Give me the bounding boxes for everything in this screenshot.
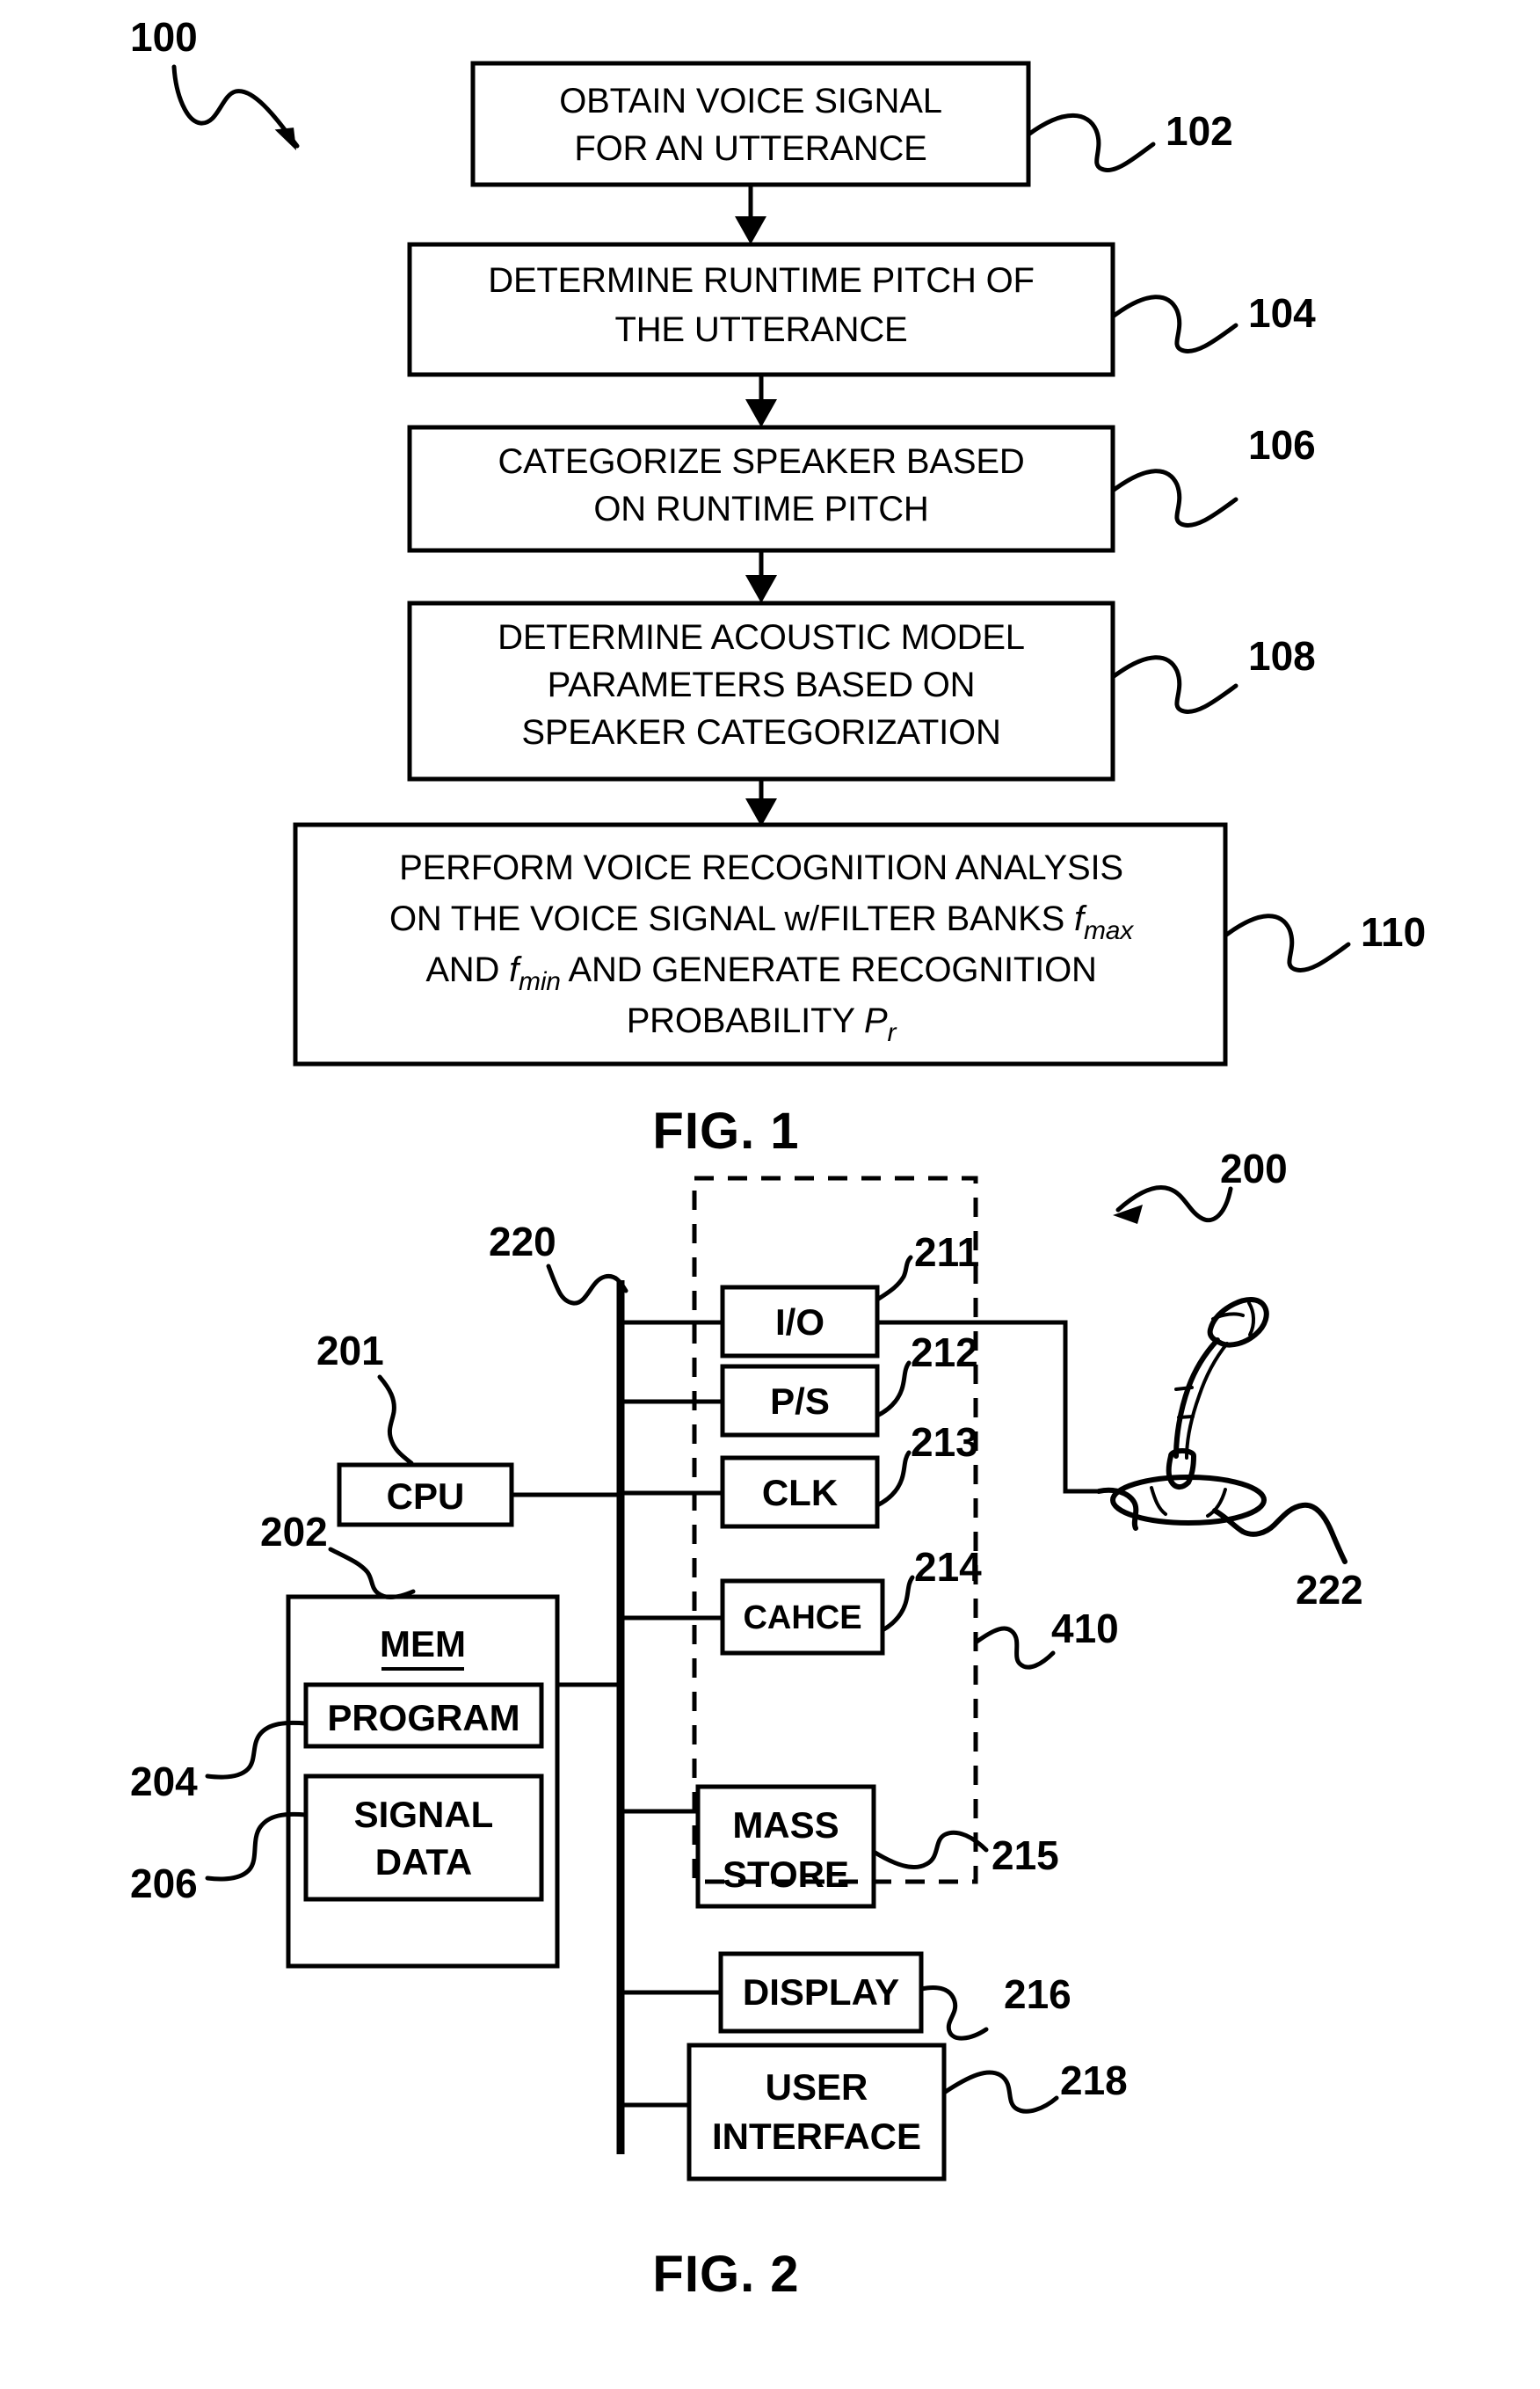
fig2-component-label-mass-store-l1: MASS bbox=[732, 1804, 839, 1846]
fig2-component-ref-215: 215 bbox=[992, 1832, 1059, 1878]
fig2-memory-signal-data-ref: 206 bbox=[130, 1861, 198, 1906]
fig2-component-label-clk: CLK bbox=[762, 1472, 838, 1513]
fig1-step-104-line2: THE UTTERANCE bbox=[615, 310, 908, 349]
fig2-group-410-ref: 410 bbox=[1051, 1606, 1119, 1651]
fig2-memory-ref: 202 bbox=[260, 1509, 328, 1555]
fig1-step-110-ref: 110 bbox=[1361, 909, 1426, 955]
fig2-component-label-cache: CAHCE bbox=[743, 1599, 861, 1636]
fig2-memory-program-ref: 204 bbox=[130, 1759, 198, 1804]
fig2-component-label-io: I/O bbox=[775, 1301, 824, 1343]
fig1-diagram-ref: 100 bbox=[130, 14, 198, 60]
fig1-step-106-line1: CATEGORIZE SPEAKER BASED bbox=[498, 442, 1024, 481]
fig1-step-108-line1: DETERMINE ACOUSTIC MODEL bbox=[498, 618, 1025, 657]
fig2-component-ref-212: 212 bbox=[911, 1329, 978, 1375]
fig2-bus-ref: 220 bbox=[489, 1219, 556, 1264]
fig1-step-106-ref: 106 bbox=[1248, 422, 1316, 468]
fig2-caption: FIG. 2 bbox=[652, 2246, 799, 2303]
fig1-step-104-line1: DETERMINE RUNTIME PITCH OF bbox=[488, 261, 1034, 300]
fig2-component-label-display: DISPLAY bbox=[743, 1971, 899, 2013]
fig1-step-102-line2: FOR AN UTTERANCE bbox=[574, 129, 926, 168]
fig2-component-ref-218: 218 bbox=[1060, 2058, 1128, 2103]
fig2-memory-signal-data-label-l2: DATA bbox=[375, 1841, 472, 1883]
fig2-memory-title: MEM bbox=[380, 1623, 466, 1664]
fig2-component-ref-214: 214 bbox=[914, 1544, 982, 1590]
fig1-step-108-line2: PARAMETERS BASED ON bbox=[548, 666, 976, 704]
fig2-memory-signal-data-label-l1: SIGNAL bbox=[354, 1794, 494, 1835]
fig2-component-label-ps: P/S bbox=[770, 1380, 830, 1422]
fig2-component-label-cpu: CPU bbox=[387, 1475, 465, 1517]
fig2-component-label-mass-store-l2: STORE bbox=[723, 1854, 849, 1895]
patent-figure-sheet: 100 OBTAIN VOICE SIGNAL FOR AN UTTERANCE… bbox=[0, 0, 1540, 2385]
fig1-step-102-line1: OBTAIN VOICE SIGNAL bbox=[559, 82, 942, 120]
fig2-component-ref-213: 213 bbox=[911, 1419, 978, 1465]
fig1-step-110-line1: PERFORM VOICE RECOGNITION ANALYSIS bbox=[399, 849, 1123, 887]
fig1-step-108-line3: SPEAKER CATEGORIZATION bbox=[521, 713, 1000, 752]
fig1-caption: FIG. 1 bbox=[652, 1103, 799, 1160]
fig1-step-108-ref: 108 bbox=[1248, 633, 1316, 679]
fig2-component-ref-201: 201 bbox=[316, 1328, 384, 1373]
page-background bbox=[0, 0, 1540, 2385]
fig1-step-104-ref: 104 bbox=[1248, 290, 1316, 336]
fig1-step-102-ref: 102 bbox=[1166, 108, 1233, 154]
fig2-component-label-user-interface-l2: INTERFACE bbox=[712, 2116, 921, 2157]
fig1-step-106-line2: ON RUNTIME PITCH bbox=[593, 490, 928, 528]
fig2-component-ref-211: 211 bbox=[914, 1229, 979, 1275]
fig2-memory-program-label: PROGRAM bbox=[327, 1697, 519, 1738]
fig2-diagram-ref: 200 bbox=[1220, 1146, 1288, 1191]
fig2-component-ref-216: 216 bbox=[1004, 1971, 1071, 2017]
fig2-component-label-user-interface-l1: USER bbox=[766, 2066, 868, 2108]
fig2-microphone-ref: 222 bbox=[1296, 1567, 1363, 1613]
